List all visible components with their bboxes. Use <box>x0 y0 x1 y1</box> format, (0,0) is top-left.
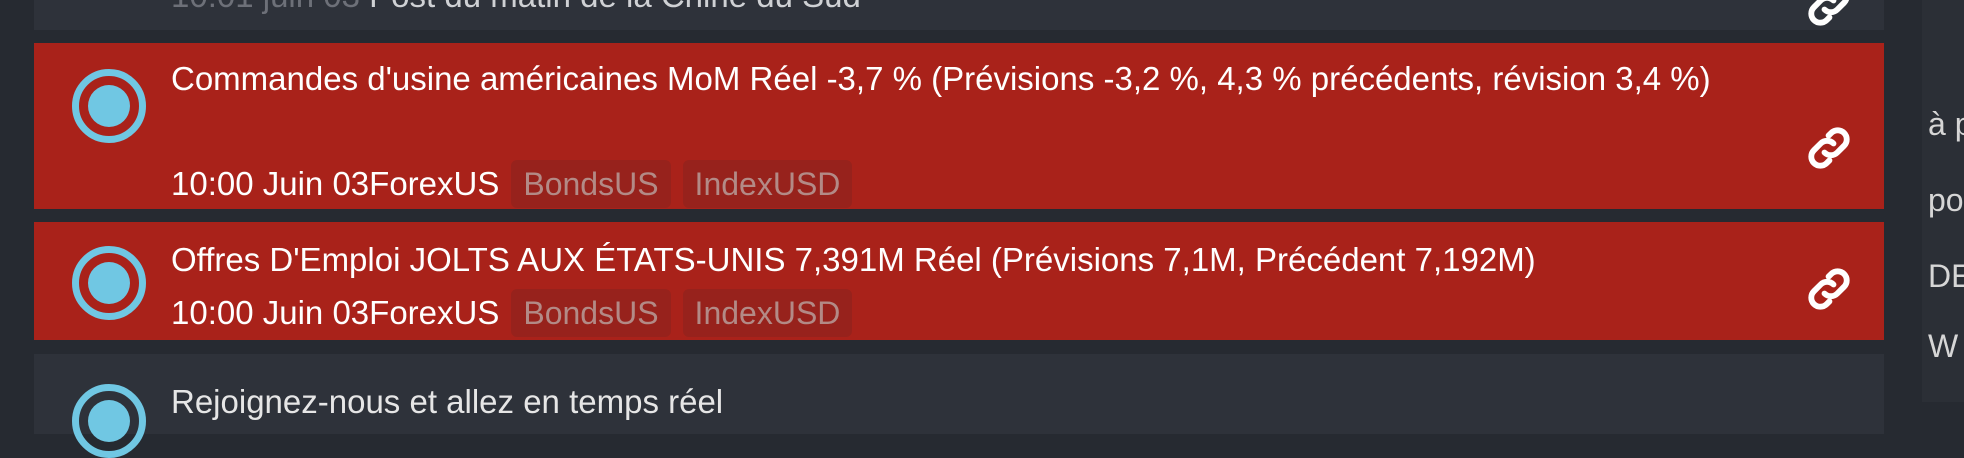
circle-indicator-icon <box>72 246 146 320</box>
tag-bondsus[interactable]: BondsUS <box>511 160 671 208</box>
tag-bondsus[interactable]: BondsUS <box>511 289 671 337</box>
circle-indicator-icon <box>72 384 146 458</box>
news-item-previous[interactable]: 10:01 juin 03 Post du matin de la Chine … <box>34 0 1884 30</box>
news-item-time-source: 10:00 Juin 03ForexUS <box>171 165 500 202</box>
news-item-meta: 10:00 Juin 03ForexUS BondsUS IndexUSD <box>171 160 853 208</box>
tag-indexusd[interactable]: IndexUSD <box>682 289 853 337</box>
news-item-join-realtime[interactable]: Rejoignez-nous et allez en temps réel <box>34 354 1884 458</box>
sidebar-text-panel: à p po DE W <box>1922 0 1964 402</box>
news-item-jolts[interactable]: Offres D'Emploi JOLTS AUX ÉTATS-UNIS 7,3… <box>34 222 1884 340</box>
tag-indexusd[interactable]: IndexUSD <box>682 160 853 208</box>
news-item-factory-orders[interactable]: Commandes d'usine américaines MoM Réel -… <box>34 43 1884 209</box>
sidebar-line: DE <box>1928 258 1964 294</box>
news-item-meta: 10:00 Juin 03ForexUS BondsUS IndexUSD <box>171 289 853 337</box>
circle-indicator-icon <box>72 69 146 143</box>
sidebar-line: W <box>1928 328 1959 364</box>
news-item-text: Post du matin de la Chine du Sud <box>369 0 861 14</box>
link-icon[interactable] <box>1802 121 1856 175</box>
link-icon[interactable] <box>1802 0 1856 32</box>
news-item-title: Commandes d'usine américaines MoM Réel -… <box>171 60 1711 97</box>
link-icon[interactable] <box>1802 262 1856 316</box>
sidebar-line: po <box>1928 182 1964 218</box>
news-item-title: Offres D'Emploi JOLTS AUX ÉTATS-UNIS 7,3… <box>171 241 1536 278</box>
news-item-time: 10:01 juin 03 <box>171 0 360 14</box>
news-item-time-source: 10:00 Juin 03ForexUS <box>171 294 500 331</box>
news-item-meta: 10:01 juin 03 Post du matin de la Chine … <box>171 0 861 18</box>
sidebar-line: à p <box>1928 106 1964 142</box>
